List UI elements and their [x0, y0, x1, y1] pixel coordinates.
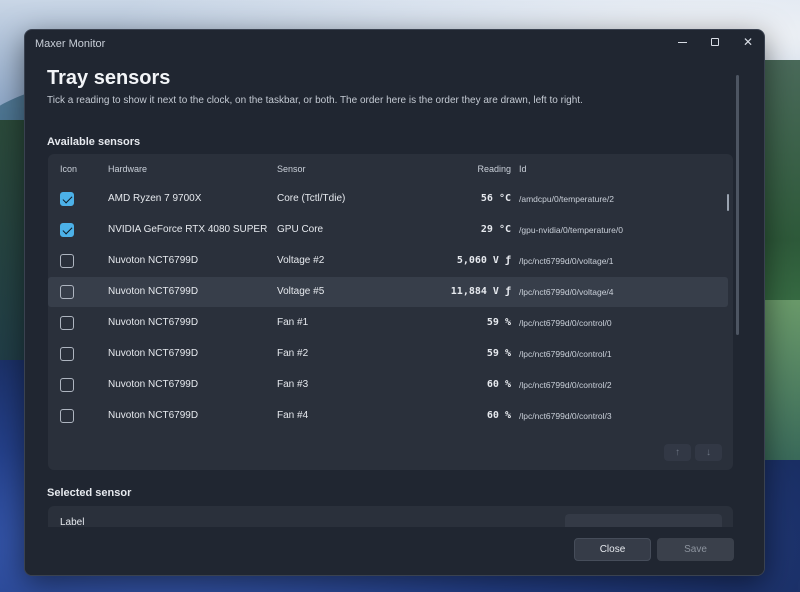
- row-checkbox[interactable]: [60, 285, 74, 299]
- column-header-sensor[interactable]: Sensor: [277, 164, 306, 174]
- column-header-id[interactable]: Id: [519, 164, 527, 174]
- page-title: Tray sensors: [47, 67, 171, 89]
- sensor-cell: GPU Core: [277, 224, 324, 235]
- sensor-cell: Fan #2: [277, 348, 309, 359]
- row-checkbox[interactable]: [60, 254, 74, 268]
- id-cell: /lpc/nct6799d/0/control/0: [519, 318, 612, 328]
- close-window-button[interactable]: ✕: [731, 30, 764, 54]
- window-title: Maxer Monitor: [35, 38, 106, 50]
- reading-cell: 60 %: [486, 379, 511, 390]
- hardware-cell: Nuvoton NCT6799D: [108, 410, 199, 421]
- table-row[interactable]: Nuvoton NCT6799D Voltage #2 5,060 V ƒ /l…: [48, 246, 728, 276]
- minimize-icon: [677, 41, 687, 43]
- close-icon: ✕: [742, 35, 754, 49]
- column-header-reading[interactable]: Reading: [428, 164, 511, 174]
- hardware-cell: Nuvoton NCT6799D: [108, 379, 199, 390]
- sensor-cell: Voltage #5: [277, 286, 325, 297]
- hardware-cell: Nuvoton NCT6799D: [108, 255, 199, 266]
- id-cell: /lpc/nct6799d/0/control/2: [519, 380, 612, 390]
- hardware-cell: Nuvoton NCT6799D: [108, 317, 199, 328]
- reading-cell: 11,884 V ƒ: [450, 286, 511, 297]
- row-checkbox[interactable]: [60, 378, 74, 392]
- reading-cell: 5,060 V ƒ: [456, 255, 511, 266]
- reading-cell: 59 %: [486, 348, 511, 359]
- id-cell: /amdcpu/0/temperature/2: [519, 194, 614, 204]
- move-down-button[interactable]: ↓: [695, 444, 722, 461]
- row-checkbox[interactable]: [60, 409, 74, 423]
- table-row[interactable]: Nuvoton NCT6799D Fan #3 60 % /lpc/nct679…: [48, 370, 728, 400]
- table-row[interactable]: Nuvoton NCT6799D Voltage #5 11,884 V ƒ /…: [48, 277, 728, 307]
- column-header-hardware[interactable]: Hardware: [108, 164, 147, 174]
- row-checkbox[interactable]: [60, 223, 74, 237]
- page-description: Tick a reading to show it next to the cl…: [47, 95, 583, 106]
- reading-cell: 29 °C: [480, 224, 511, 235]
- hardware-cell: NVIDIA GeForce RTX 4080 SUPER: [108, 224, 268, 235]
- move-up-button[interactable]: ↑: [664, 444, 691, 461]
- table-row[interactable]: Nuvoton NCT6799D Fan #4 60 % /lpc/nct679…: [48, 401, 728, 431]
- column-header-icon[interactable]: Icon: [60, 164, 77, 174]
- sensor-cell: Voltage #2: [277, 255, 325, 266]
- sensor-cell: Fan #1: [277, 317, 309, 328]
- arrow-up-icon: ↑: [675, 447, 680, 458]
- maximize-button[interactable]: [698, 30, 732, 54]
- hardware-cell: AMD Ryzen 7 9700X: [108, 193, 202, 204]
- save-button[interactable]: Save: [657, 538, 734, 561]
- dialog-footer: Close Save: [25, 527, 764, 575]
- page-scrollbar[interactable]: [736, 75, 739, 335]
- available-sensors-heading: Available sensors: [47, 136, 141, 148]
- row-checkbox[interactable]: [60, 192, 74, 206]
- table-row[interactable]: NVIDIA GeForce RTX 4080 SUPER GPU Core 2…: [48, 215, 728, 245]
- maximize-icon: [711, 38, 719, 46]
- sensor-cell: Fan #3: [277, 379, 309, 390]
- sensor-cell: Fan #4: [277, 410, 309, 421]
- id-cell: /gpu-nvidia/0/temperature/0: [519, 225, 623, 235]
- reading-cell: 59 %: [486, 317, 511, 328]
- row-checkbox[interactable]: [60, 347, 74, 361]
- id-cell: /lpc/nct6799d/0/voltage/1: [519, 256, 614, 266]
- arrow-down-icon: ↓: [706, 447, 711, 458]
- hardware-cell: Nuvoton NCT6799D: [108, 348, 199, 359]
- minimize-button[interactable]: [665, 30, 699, 54]
- reading-cell: 56 °C: [480, 193, 511, 204]
- sensors-table: Icon Hardware Sensor Reading Id AMD Ryze…: [48, 154, 733, 470]
- id-cell: /lpc/nct6799d/0/control/3: [519, 411, 612, 421]
- hardware-cell: Nuvoton NCT6799D: [108, 286, 199, 297]
- id-cell: /lpc/nct6799d/0/control/1: [519, 349, 612, 359]
- reading-cell: 60 %: [486, 410, 511, 421]
- row-checkbox[interactable]: [60, 316, 74, 330]
- table-row[interactable]: Nuvoton NCT6799D Fan #2 59 % /lpc/nct679…: [48, 339, 728, 369]
- sensor-cell: Core (Tctl/Tdie): [277, 193, 346, 204]
- selected-sensor-heading: Selected sensor: [47, 487, 132, 499]
- list-scrollbar[interactable]: [727, 194, 729, 211]
- app-window: Maxer Monitor ✕ Tray sensors Tick a read…: [24, 29, 765, 576]
- table-row[interactable]: Nuvoton NCT6799D Fan #1 59 % /lpc/nct679…: [48, 308, 728, 338]
- table-header: Icon Hardware Sensor Reading Id: [48, 154, 733, 182]
- id-cell: /lpc/nct6799d/0/voltage/4: [519, 287, 614, 297]
- title-bar[interactable]: Maxer Monitor ✕: [25, 30, 764, 58]
- table-row[interactable]: AMD Ryzen 7 9700X Core (Tctl/Tdie) 56 °C…: [48, 184, 728, 214]
- close-button[interactable]: Close: [574, 538, 651, 561]
